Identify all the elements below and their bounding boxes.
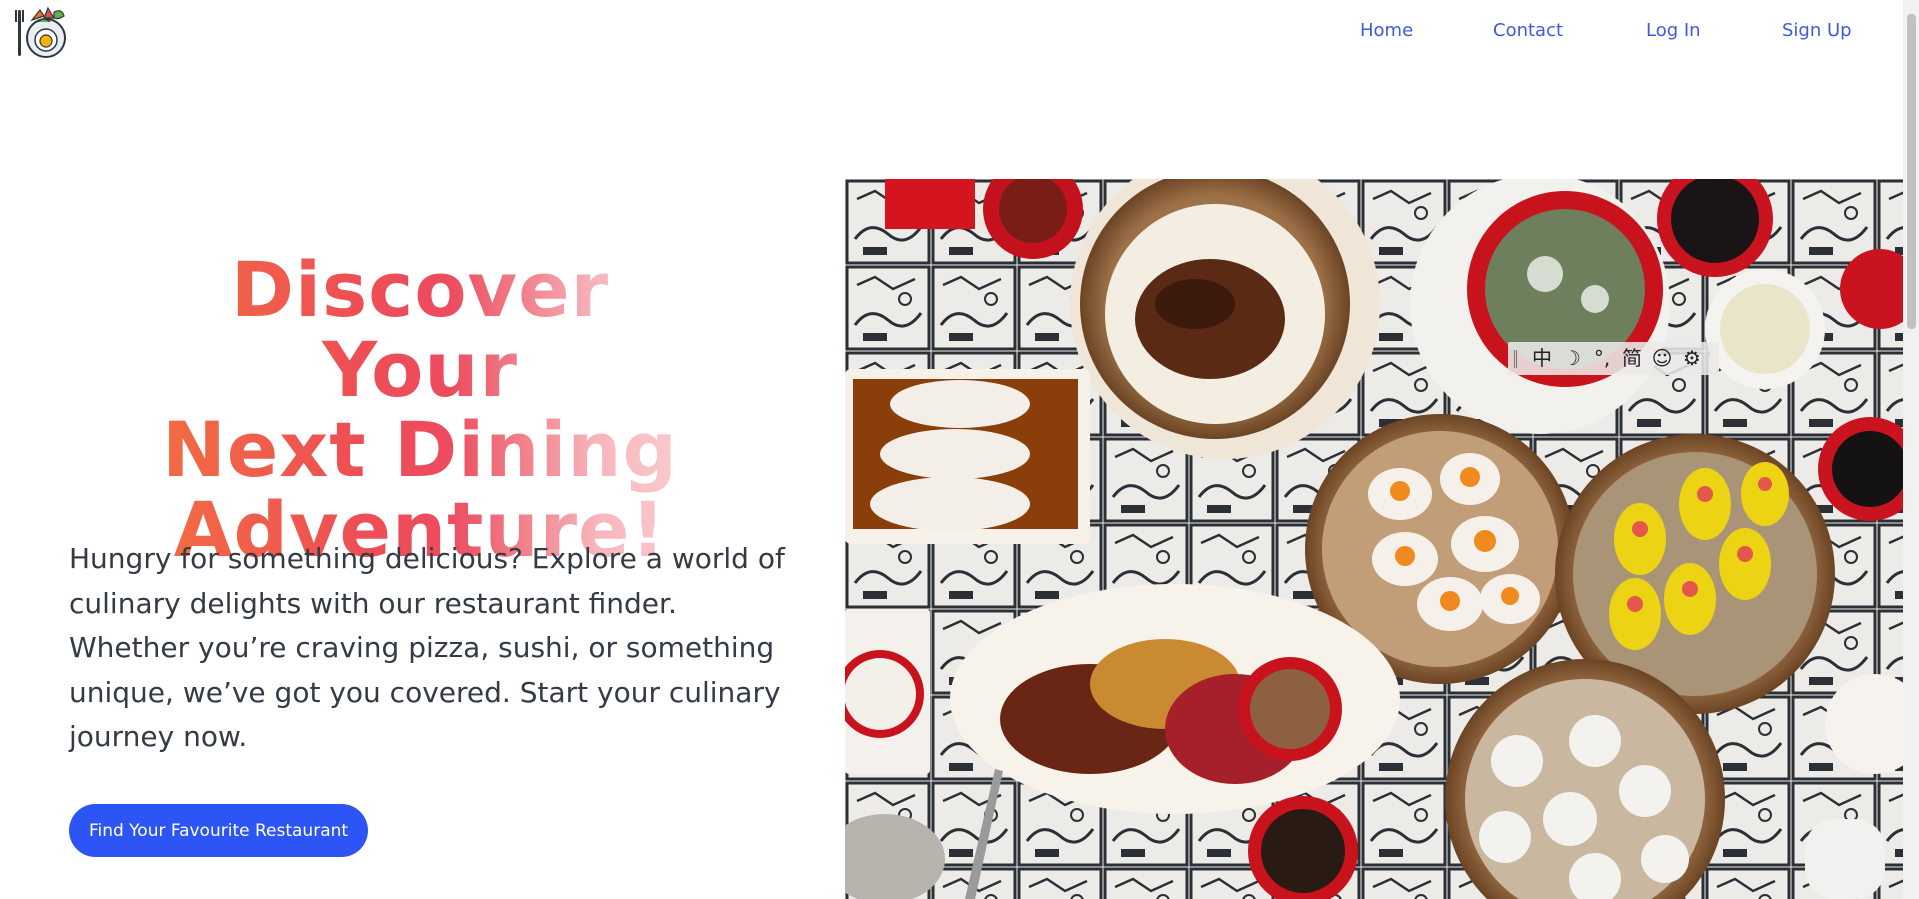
hero-title: Discover Your Next Dining Adventure! xyxy=(120,250,720,570)
ime-toolbar: 中 ☽ °, 简 ☺ ⚙ xyxy=(1508,342,1719,375)
hero-description: Hungry for something delicious? Explore … xyxy=(69,542,785,753)
ime-drag-handle[interactable] xyxy=(1514,349,1517,368)
hero-title-line-1: Discover Your xyxy=(230,245,610,414)
nav-link-contact[interactable]: Contact xyxy=(1493,20,1563,41)
gear-icon[interactable]: ⚙ xyxy=(1677,342,1707,375)
moon-icon[interactable]: ☽ xyxy=(1557,342,1587,375)
nav-link-sign-up[interactable]: Sign Up xyxy=(1782,20,1852,41)
main-nav: Home Contact Log In Sign Up xyxy=(1319,20,1919,44)
page-scrollbar[interactable] xyxy=(1903,0,1919,899)
simplified-chinese-icon[interactable]: 简 xyxy=(1617,342,1647,375)
emoji-icon[interactable]: ☺ xyxy=(1647,342,1677,375)
nav-link-home[interactable]: Home xyxy=(1360,20,1413,41)
dim-sum-table-photo xyxy=(845,179,1903,899)
scrollbar-thumb[interactable] xyxy=(1907,14,1916,329)
food-plate-logo-icon[interactable] xyxy=(14,4,70,60)
chinese-mode-icon[interactable]: 中 xyxy=(1527,342,1557,375)
page: Home Contact Log In Sign Up Discover You… xyxy=(0,0,1919,899)
hero-title-line-2: Next Dining xyxy=(162,405,678,494)
nav-link-log-in[interactable]: Log In xyxy=(1646,20,1701,41)
find-restaurant-button[interactable]: Find Your Favourite Restaurant xyxy=(69,804,368,857)
punctuation-icon[interactable]: °, xyxy=(1587,342,1617,375)
